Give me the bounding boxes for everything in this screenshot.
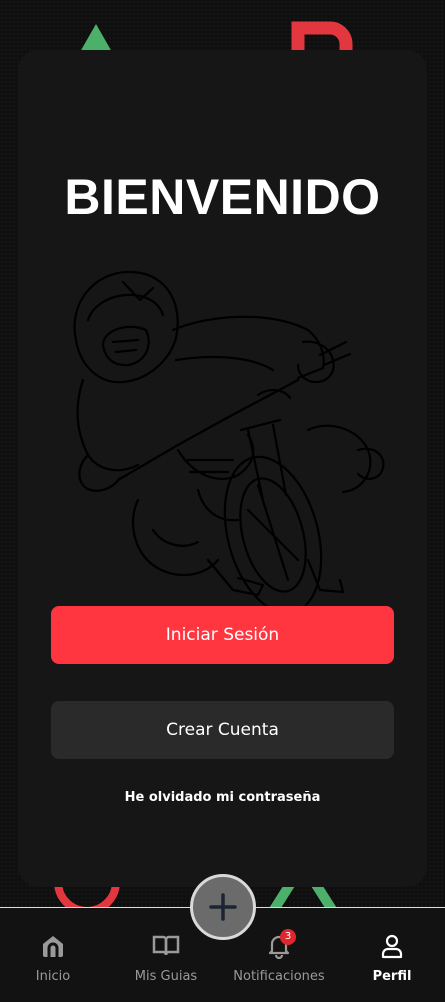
page-title: BIENVENIDO: [64, 169, 381, 225]
create-account-button[interactable]: Crear Cuenta: [51, 701, 394, 759]
motocross-rider-illustration: [73, 270, 385, 615]
forgot-password-link[interactable]: He olvidado mi contraseña: [18, 790, 427, 805]
plus-icon: [209, 893, 237, 921]
book-icon: [152, 935, 180, 956]
nav-item-perfil[interactable]: Perfil: [337, 932, 445, 984]
login-button[interactable]: Iniciar Sesión: [51, 606, 394, 664]
user-icon: [381, 934, 403, 959]
nav-item-mis-guias[interactable]: Mis Guias: [111, 932, 221, 984]
welcome-card: BIENVENIDO Iniciar Sesión Crear Cuenta H…: [18, 50, 427, 887]
nav-item-notificaciones[interactable]: 3 Notificaciones: [224, 929, 334, 984]
nav-item-inicio[interactable]: Inicio: [0, 932, 108, 984]
nav-label: Mis Guias: [134, 969, 198, 984]
nav-label: Notificaciones: [233, 969, 325, 984]
nav-label: Perfil: [372, 969, 412, 984]
add-button[interactable]: [190, 874, 256, 940]
notification-badge: 3: [280, 929, 296, 945]
home-icon: [43, 936, 63, 957]
nav-label: Inicio: [35, 969, 71, 984]
